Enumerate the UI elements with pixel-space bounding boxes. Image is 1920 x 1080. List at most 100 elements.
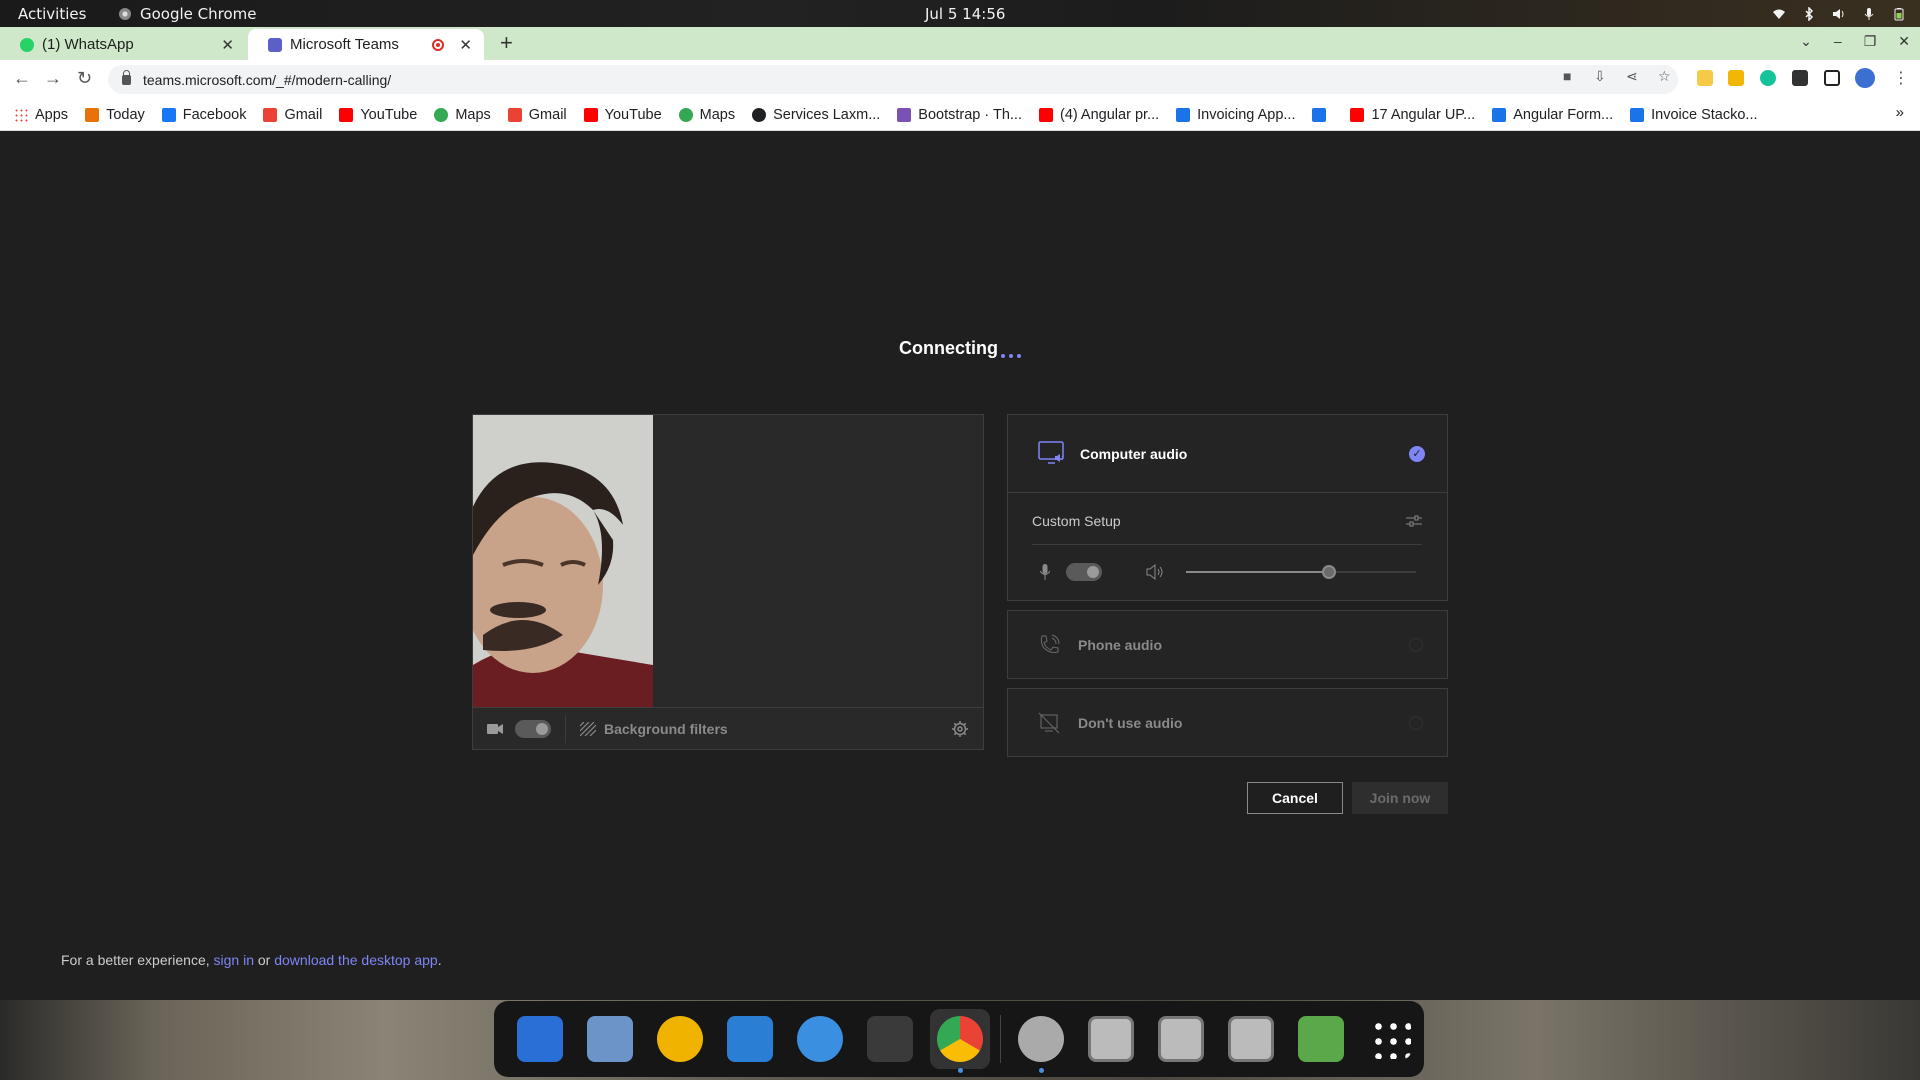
share-icon[interactable]: ⋖ xyxy=(1626,68,1640,84)
chrome-icon xyxy=(119,7,131,20)
side-panel-icon[interactable] xyxy=(1824,70,1840,86)
join-now-button[interactable]: Join now xyxy=(1352,782,1448,814)
dock-item[interactable] xyxy=(580,1009,640,1069)
bookmark-item[interactable]: Apps xyxy=(14,107,68,123)
dock-item[interactable] xyxy=(790,1009,850,1069)
dont-use-audio-radio[interactable] xyxy=(1409,716,1423,730)
install-app-icon[interactable]: ⇩ xyxy=(1594,68,1608,84)
dont-use-audio-option[interactable]: Don't use audio xyxy=(1007,688,1448,757)
bluetooth-icon xyxy=(1805,6,1814,21)
lock-icon[interactable] xyxy=(122,69,131,85)
recording-indicator-icon xyxy=(432,38,444,51)
bookmark-item[interactable]: Facebook xyxy=(161,107,246,123)
phone-audio-radio[interactable] xyxy=(1409,638,1423,652)
address-bar[interactable]: teams.microsoft.com/_#/modern-calling/ xyxy=(108,65,1678,94)
bookmark-item[interactable]: Services Laxm... xyxy=(752,107,880,123)
dock-item[interactable] xyxy=(1221,1009,1281,1069)
bookmark-item[interactable]: YouTube xyxy=(339,107,417,123)
camera-feed-image xyxy=(473,415,653,707)
device-settings-gear-icon[interactable] xyxy=(951,720,969,738)
computer-audio-option[interactable]: Computer audio ✓ Custom Setup xyxy=(1007,414,1448,601)
tab-strip: (1) WhatsApp ✕ Microsoft Teams ✕ xyxy=(0,27,1920,60)
phone-audio-option[interactable]: Phone audio xyxy=(1007,610,1448,679)
close-tab-icon[interactable]: ✕ xyxy=(221,36,234,54)
minimize-icon[interactable]: ‒ xyxy=(1834,33,1842,50)
bookmark-item[interactable]: Today xyxy=(85,107,145,123)
volume-knob[interactable] xyxy=(1321,565,1336,579)
dock-item[interactable] xyxy=(1361,1009,1421,1069)
bookmark-item[interactable]: Invoice Stacko... xyxy=(1630,106,1758,123)
dock-item[interactable] xyxy=(1081,1009,1141,1069)
clock[interactable]: Jul 5 14:56 xyxy=(925,5,1005,23)
close-window-icon[interactable]: ✕ xyxy=(1898,33,1910,50)
no-audio-icon xyxy=(1038,712,1060,733)
forward-icon[interactable]: → xyxy=(44,68,62,89)
activities-button[interactable]: Activities xyxy=(18,5,86,23)
selected-check-icon: ✓ xyxy=(1409,446,1425,462)
bookmark-item[interactable]: Maps xyxy=(678,107,735,123)
bookmark-item[interactable]: Angular Form... xyxy=(1492,107,1613,123)
speaker-volume-slider[interactable] xyxy=(1186,565,1416,579)
divider xyxy=(565,714,566,743)
writer-icon xyxy=(727,1016,773,1062)
sign-in-link[interactable]: sign in xyxy=(214,952,254,968)
new-tab-button[interactable]: + xyxy=(500,30,513,56)
app-menu[interactable]: Google Chrome xyxy=(118,5,257,23)
dock-item[interactable] xyxy=(1151,1009,1211,1069)
dock-item[interactable] xyxy=(510,1009,570,1069)
camera-in-use-icon[interactable]: ■ xyxy=(1563,68,1577,84)
youtube-icon xyxy=(583,107,598,122)
extension-chart-icon[interactable] xyxy=(1728,70,1744,86)
computer-audio-icon xyxy=(1038,440,1064,464)
chrome-menu-icon[interactable]: ⋮ xyxy=(1893,68,1909,87)
bookmark-star-icon[interactable]: ☆ xyxy=(1658,68,1672,84)
close-tab-icon[interactable]: ✕ xyxy=(459,36,472,54)
dock-item[interactable] xyxy=(1011,1009,1071,1073)
gmail-icon xyxy=(507,107,522,122)
bookmark-item[interactable]: (4) Angular pr... xyxy=(1038,107,1159,123)
window-controls: ⌄ ‒ ❐ ✕ xyxy=(1800,33,1910,50)
profile-avatar[interactable] xyxy=(1855,68,1875,88)
restore-icon[interactable]: ❐ xyxy=(1864,33,1877,50)
teams-icon xyxy=(268,37,282,52)
tab-microsoft-teams[interactable]: Microsoft Teams ✕ xyxy=(248,29,484,60)
bookmark-item[interactable] xyxy=(1312,107,1333,122)
wifi-icon xyxy=(1773,9,1785,19)
bookmark-item[interactable]: Bootstrap · Th... xyxy=(897,107,1022,123)
bookmark-label: Today xyxy=(106,106,145,123)
extension-highlighter-icon[interactable] xyxy=(1697,70,1713,86)
cancel-button[interactable]: Cancel xyxy=(1247,782,1343,814)
bookmark-item[interactable]: Gmail xyxy=(263,107,322,123)
bolt-icon xyxy=(1312,107,1327,122)
dock-item[interactable] xyxy=(930,1009,990,1073)
phone-audio-icon xyxy=(1040,634,1060,653)
maps-icon xyxy=(678,107,693,122)
audio-settings-sliders-icon[interactable] xyxy=(1406,513,1422,529)
dock-item[interactable] xyxy=(720,1009,780,1069)
bookmark-item[interactable]: Invoicing App... xyxy=(1176,107,1295,123)
microphone-icon xyxy=(1864,7,1874,20)
back-icon[interactable]: ← xyxy=(13,68,31,89)
bookmark-label: Invoice Stacko... xyxy=(1651,106,1758,123)
bookmark-item[interactable]: Gmail xyxy=(507,107,567,123)
tab-search-icon[interactable]: ⌄ xyxy=(1800,33,1812,50)
download-desktop-app-link[interactable]: download the desktop app xyxy=(274,952,437,968)
grammarly-icon[interactable] xyxy=(1760,70,1776,86)
dock-item[interactable] xyxy=(1291,1009,1351,1069)
tab-whatsapp[interactable]: (1) WhatsApp ✕ xyxy=(0,29,246,60)
bookmark-item[interactable]: YouTube xyxy=(583,107,662,123)
reload-icon[interactable]: ↻ xyxy=(77,68,92,89)
bookmark-item[interactable]: Maps xyxy=(434,107,491,123)
dock-item[interactable] xyxy=(650,1009,710,1069)
camera-toggle[interactable] xyxy=(515,719,551,738)
bookmark-item[interactable]: 17 Angular UP... xyxy=(1350,107,1475,123)
youtube-icon xyxy=(1350,107,1365,122)
bookmarks-overflow-button[interactable]: » xyxy=(1896,104,1904,121)
url-text[interactable]: teams.microsoft.com/_#/modern-calling/ xyxy=(143,72,391,88)
dock-item[interactable] xyxy=(860,1009,920,1069)
background-filters-button[interactable]: Background filters xyxy=(580,721,728,737)
extensions-puzzle-icon[interactable] xyxy=(1792,70,1808,86)
microphone-toggle[interactable] xyxy=(1066,563,1102,581)
computer-audio-header[interactable]: Computer audio ✓ xyxy=(1008,415,1447,493)
system-tray[interactable] xyxy=(1772,6,1906,21)
